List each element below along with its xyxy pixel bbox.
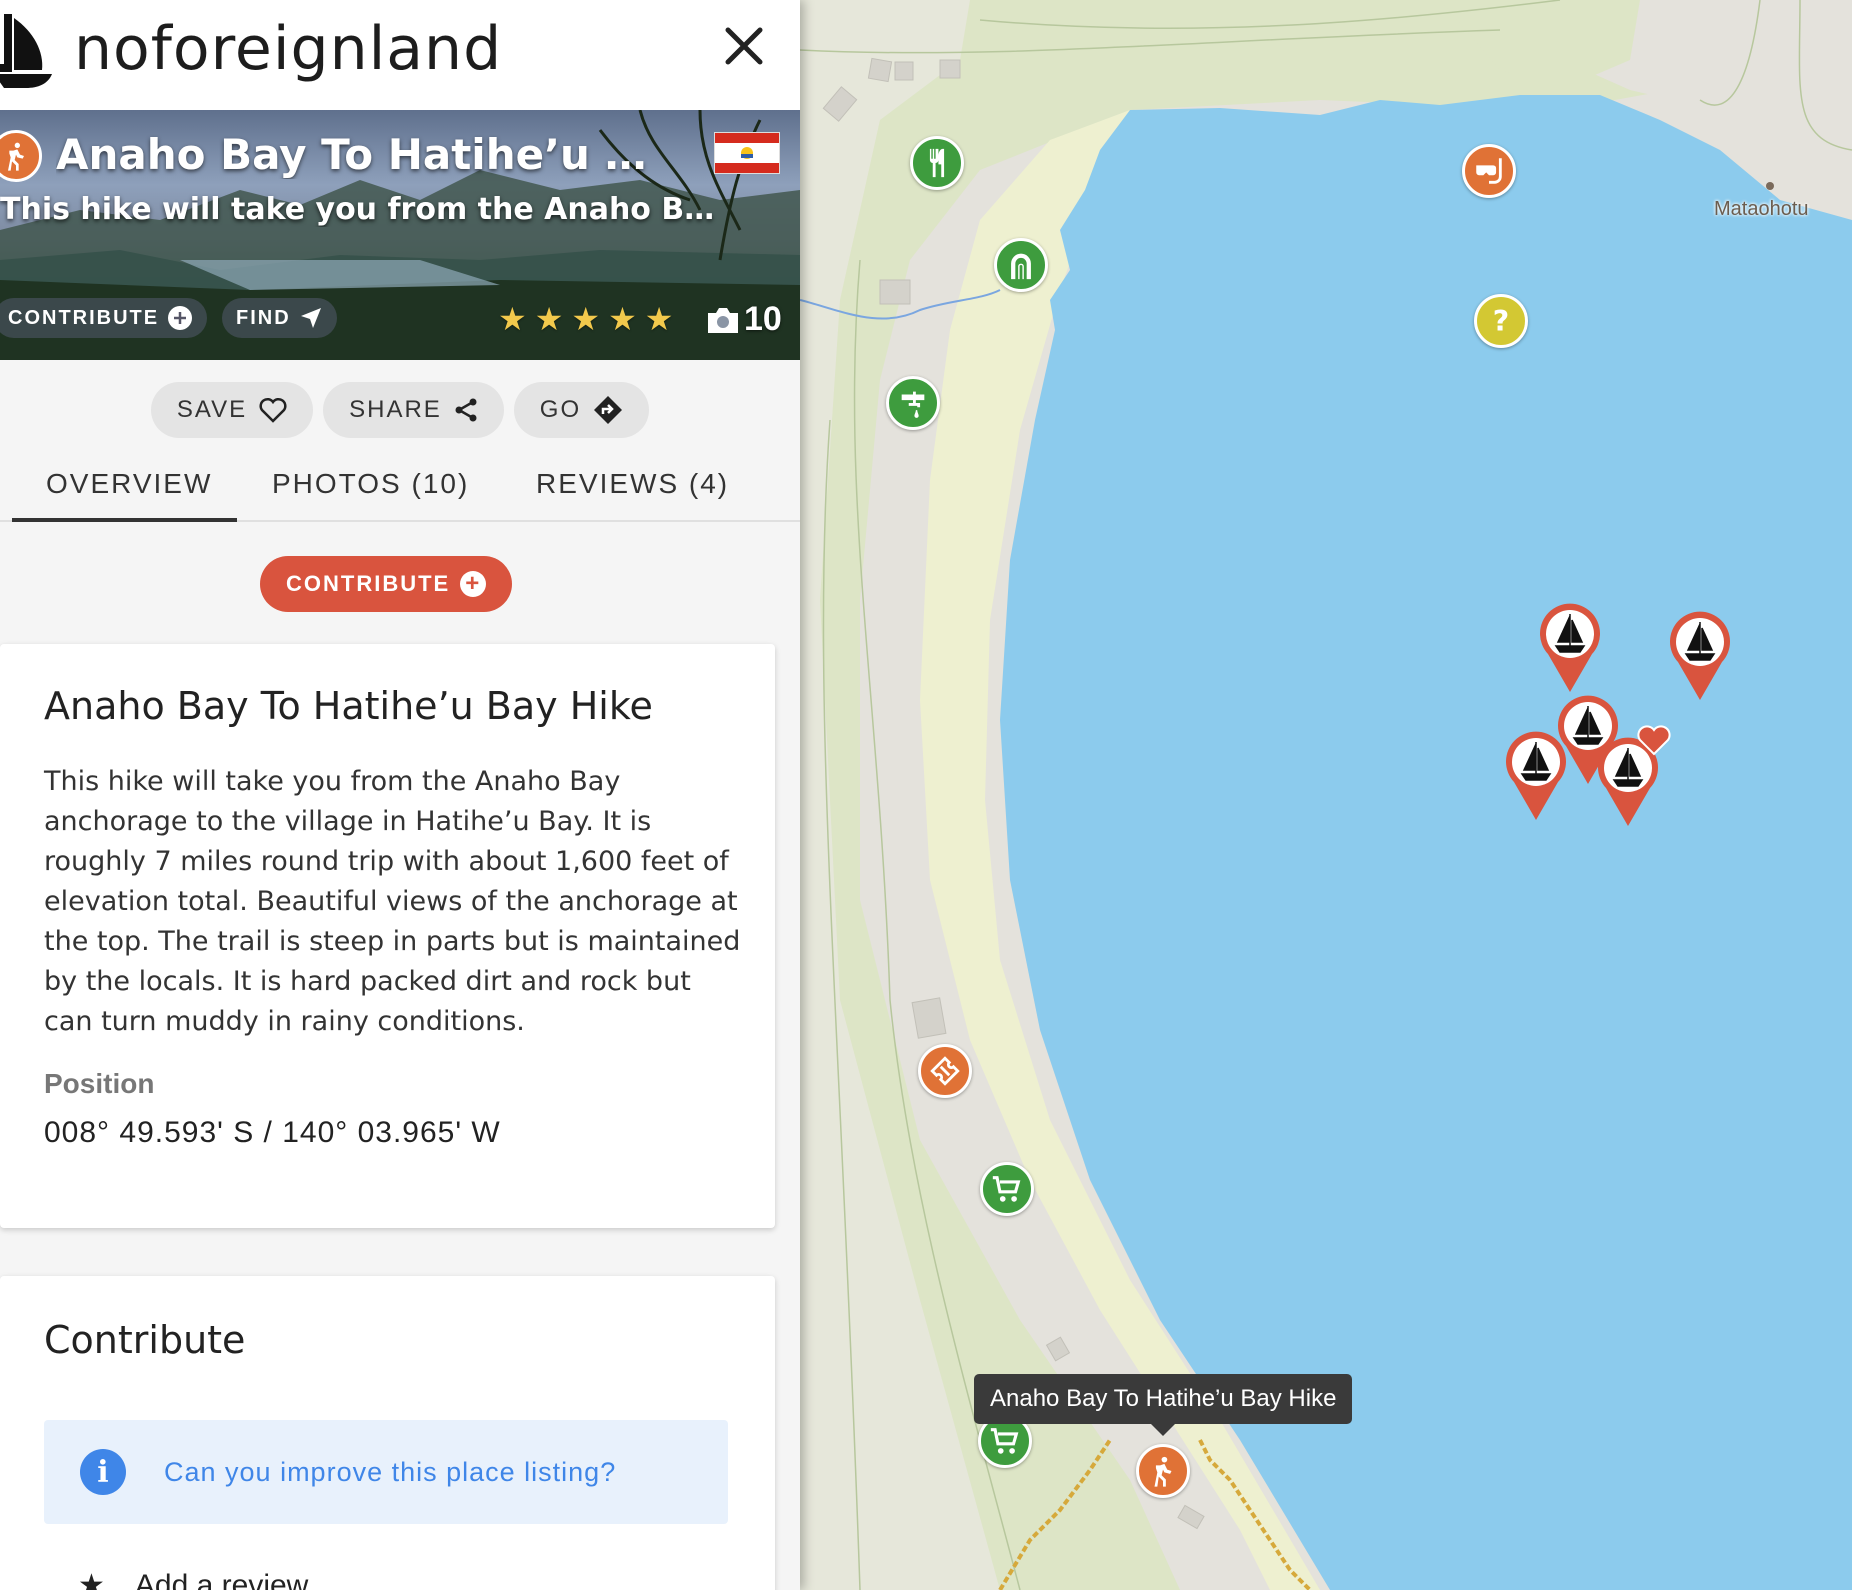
place-label: Mataohotu: [1714, 198, 1809, 220]
contribute-card: Contribute i Can you improve this place …: [0, 1276, 775, 1590]
place-panel: noforeignland Anaho Bay To Hatihe’u Bay …: [0, 0, 800, 1590]
marker-tooltip: Anaho Bay To Hatihe’u Bay Hike: [974, 1374, 1353, 1436]
find-label: FIND: [236, 306, 291, 329]
tab-photos[interactable]: PHOTOS (10): [272, 468, 469, 500]
hero-contribute-button[interactable]: CONTRIBUTE: [0, 298, 208, 338]
star-icon: ★: [571, 301, 601, 337]
shower-marker[interactable]: [994, 238, 1048, 292]
water-tap-icon: [901, 391, 925, 418]
svg-text:?: ?: [1493, 305, 1509, 338]
overview-title: Anaho Bay To Hatihe’u Bay Hike: [44, 684, 653, 728]
plus-circle-icon: [168, 306, 193, 330]
hike-marker-selected[interactable]: [1136, 1444, 1190, 1498]
contribute-button[interactable]: CONTRIBUTE +: [260, 556, 513, 612]
active-tab-indicator: [12, 518, 237, 522]
plus-icon: +: [460, 570, 487, 597]
restaurant-marker[interactable]: [910, 136, 964, 190]
ticket-icon: [930, 1056, 960, 1086]
water-tap-marker[interactable]: [886, 376, 940, 430]
snorkel-icon: [1476, 158, 1502, 184]
star-icon: ★: [78, 1569, 105, 1590]
heart-icon: [259, 397, 287, 423]
share-label: SHARE: [349, 396, 442, 423]
close-icon[interactable]: [720, 22, 768, 70]
overview-card: Anaho Bay To Hatihe’u Bay Hike This hike…: [0, 644, 775, 1228]
arch-icon: [1011, 253, 1031, 280]
shopping-cart-icon: [990, 1428, 1019, 1454]
hero-subtitle: This hike will take you from the Anaho B…: [0, 192, 730, 227]
anchorage-boat-marker[interactable]: [1668, 610, 1732, 702]
unknown-poi-marker[interactable]: ?: [1474, 294, 1528, 348]
improve-listing-text: Can you improve this place listing?: [164, 1456, 617, 1487]
hiker-icon: [8, 142, 24, 171]
directions-icon: [594, 396, 623, 424]
tab-reviews[interactable]: REVIEWS (4): [536, 468, 729, 500]
camera-icon: [708, 307, 738, 333]
position-value: 008° 49.593' S / 140° 03.965' W: [44, 1116, 501, 1149]
map-background: [800, 0, 1852, 1590]
photo-count-value: 10: [744, 300, 782, 338]
action-buttons: SAVE SHARE GO: [0, 382, 800, 438]
map[interactable]: ? Mataohotu Anaho Bay To Hatihe’u Bay Hi…: [800, 0, 1852, 1590]
photo-count[interactable]: 10: [706, 300, 782, 339]
add-review-link[interactable]: ★ Add a review: [78, 1568, 308, 1590]
star-icon: ★: [534, 301, 564, 337]
shopping-cart-marker[interactable]: [980, 1162, 1034, 1216]
tab-overview[interactable]: OVERVIEW: [46, 468, 212, 500]
hero-banner: Anaho Bay To Hatihe’u Bay Hike This hike…: [0, 110, 800, 360]
go-label: GO: [539, 396, 582, 423]
ticket-marker[interactable]: [918, 1044, 972, 1098]
save-label: SAVE: [176, 396, 248, 423]
logo-icon: [0, 14, 52, 88]
french-polynesia-flag-icon: [714, 132, 780, 174]
top-bar: noforeignland: [0, 0, 800, 110]
star-icon: ★: [644, 301, 674, 337]
rating-stars: ★ ★ ★ ★ ★: [498, 300, 673, 338]
improve-listing-link[interactable]: i Can you improve this place listing?: [44, 1420, 728, 1524]
anchorage-boat-marker[interactable]: [1538, 602, 1602, 694]
share-icon: [455, 398, 477, 422]
hiker-icon: [1154, 1456, 1172, 1487]
hero-contribute-label: CONTRIBUTE: [8, 306, 160, 329]
add-review-label: Add a review: [134, 1568, 309, 1590]
question-icon: ?: [1493, 305, 1509, 338]
overview-description: This hike will take you from the Anaho B…: [44, 766, 741, 1037]
anchorage-boat-marker[interactable]: [1504, 730, 1568, 822]
shopping-cart-icon: [992, 1176, 1021, 1202]
star-icon: ★: [498, 301, 527, 337]
share-button[interactable]: SHARE: [323, 382, 504, 438]
brand-name: noforeignland: [74, 14, 503, 84]
snorkel-marker[interactable]: [1462, 144, 1516, 198]
star-icon: ★: [608, 301, 637, 337]
fork-knife-icon: [929, 148, 945, 178]
go-button[interactable]: GO: [513, 382, 650, 438]
position-label: Position: [44, 1068, 155, 1099]
contribute-label: CONTRIBUTE: [286, 571, 451, 596]
place-dot: [1766, 182, 1774, 190]
favorite-heart-icon: [1637, 725, 1671, 756]
info-icon: i: [80, 1449, 126, 1495]
tab-bar: OVERVIEW PHOTOS (10) REVIEWS (4): [0, 452, 800, 522]
save-button[interactable]: SAVE: [150, 382, 314, 438]
navigation-arrow-icon: [300, 308, 321, 328]
find-button[interactable]: FIND: [222, 298, 337, 338]
hero-title: Anaho Bay To Hatihe’u Bay Hike: [56, 130, 676, 179]
contribute-card-title: Contribute: [44, 1318, 246, 1362]
